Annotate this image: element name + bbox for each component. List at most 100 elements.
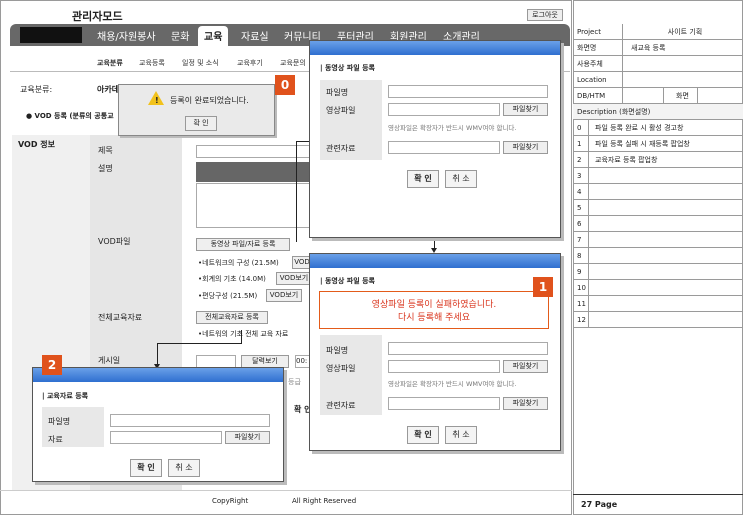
spec-row-no: 7 <box>573 232 589 248</box>
upload-video-find-button[interactable]: 파일찾기 <box>503 103 548 116</box>
spec-location-label: Location <box>573 72 623 88</box>
spec-db-label: DB/HTM <box>573 88 623 104</box>
spec-row-no: 9 <box>573 264 589 280</box>
subnav-register[interactable]: 교육등록 <box>139 58 165 68</box>
subnav-category[interactable]: 교육분류 <box>97 58 123 68</box>
nav-item-recruit[interactable]: 채용/자원봉사 <box>97 28 156 43</box>
spec-desc-row: 11 <box>573 296 743 312</box>
field-date-label: 게시일 <box>98 356 121 365</box>
material-filename-input[interactable] <box>110 414 270 427</box>
spec-desc-row: 2 교육자료 등록 팝업창 <box>573 152 743 168</box>
material-item: •네트워의 기초 전체 교육 자료 <box>198 330 289 338</box>
upload-video-input[interactable] <box>388 103 500 116</box>
vod-view-button-3[interactable]: VOD보기 <box>266 289 302 302</box>
spec-desc-row: 10 <box>573 280 743 296</box>
fail-popup-header <box>310 254 560 268</box>
upload-related-find-button[interactable]: 파일찾기 <box>503 141 548 154</box>
footer-divider <box>0 490 572 491</box>
upload-video-label: 영상파일 <box>326 106 356 115</box>
subnav-inquiry[interactable]: 교육문의 <box>280 58 306 68</box>
fail-video-input[interactable] <box>388 360 500 373</box>
fail-video-find-button[interactable]: 파일찾기 <box>503 360 548 373</box>
spec-desc-row: 8 <box>573 248 743 264</box>
material-find-button[interactable]: 파일찾기 <box>225 431 270 444</box>
spec-desc-row: 7 <box>573 232 743 248</box>
category-label: 교육분류: <box>20 85 53 94</box>
marker-0: 0 <box>275 75 295 95</box>
fail-filename-input[interactable] <box>388 342 548 355</box>
nav-item-culture[interactable]: 문화 <box>171 28 189 43</box>
fail-ok-button[interactable]: 확 인 <box>407 426 439 444</box>
spec-desc-row: 4 <box>573 184 743 200</box>
spec-row-no: 5 <box>573 200 589 216</box>
spec-row-no: 12 <box>573 312 589 328</box>
section-title: VOD 정보 <box>18 140 55 149</box>
spec-row-text <box>591 184 741 200</box>
material-file-input[interactable] <box>110 431 222 444</box>
nav-item-archive[interactable]: 자료실 <box>241 28 269 43</box>
page-number: 27 Page <box>573 494 743 515</box>
description-textarea[interactable] <box>196 183 310 228</box>
material-ok-button[interactable]: 확 인 <box>130 459 162 477</box>
field-title-label: 제목 <box>98 146 113 155</box>
spec-row-text <box>591 264 741 280</box>
material-popup-header <box>33 368 283 382</box>
spec-db-row: DB/HTM 화면 <box>573 88 743 104</box>
logout-button[interactable]: 로그아웃 <box>527 9 563 21</box>
subnav-schedule[interactable]: 일정 및 소식 <box>182 58 219 68</box>
spec-row-no: 4 <box>573 184 589 200</box>
spec-desc-row: 12 <box>573 312 743 328</box>
spec-row-text: 교육자료 등록 팝업창 <box>595 156 658 164</box>
spec-desc-header: Description (화면설명) <box>577 108 651 116</box>
fail-related-find-button[interactable]: 파일찾기 <box>503 397 548 410</box>
footer-rights: All Right Reserved <box>292 497 357 505</box>
spec-row-no: 8 <box>573 248 589 264</box>
material-register-button[interactable]: 전체교육자료 등록 <box>196 311 268 324</box>
spec-row-text <box>591 232 741 248</box>
alert-message: 등록이 완료되었습니다. <box>170 96 249 105</box>
upload-cancel-button[interactable]: 취 소 <box>445 170 477 188</box>
vod-view-button-2[interactable]: VOD보기 <box>276 272 312 285</box>
category-value: 아카데 <box>97 85 120 94</box>
connector-line <box>241 330 242 344</box>
marker-1: 1 <box>533 277 553 297</box>
fail-hint: 영상파일은 확장자가 반드시 WMV여야 합니다. <box>388 380 517 388</box>
upload-related-label: 관련자료 <box>326 144 356 153</box>
vod-item-1: •네트워크의 구성 (21.5M) <box>198 259 279 267</box>
nav-item-education[interactable]: 교육 <box>198 26 229 46</box>
fail-cancel-button[interactable]: 취 소 <box>445 426 477 444</box>
spec-project-label: Project <box>573 24 623 40</box>
spec-desc-row: 0 파일 등록 완료 시 활성 경고창 <box>573 120 743 136</box>
connector-line <box>157 343 242 344</box>
spec-screen-value: 새교육 등록 <box>631 44 666 52</box>
fail-related-input[interactable] <box>388 397 500 410</box>
vod-file-button[interactable]: 동영상 파일/자료 등록 <box>196 238 290 251</box>
spec-row-no: 0 <box>573 120 589 136</box>
spec-project-value: 사이트 기획 <box>667 28 703 36</box>
spec-desc-row: 3 <box>573 168 743 184</box>
connector-line <box>296 141 310 142</box>
spec-desc-row: 6 <box>573 216 743 232</box>
fail-filename-label: 파일명 <box>326 346 349 355</box>
upload-popup-title: | 동영상 파일 등록 <box>320 64 375 72</box>
spec-location-row: Location <box>573 72 743 88</box>
connector-line <box>157 343 158 365</box>
alert-ok-button[interactable]: 확 인 <box>185 116 217 131</box>
spec-row-no: 3 <box>573 168 589 184</box>
spec-owner-row: 사용주체 <box>573 56 743 72</box>
title-input[interactable] <box>196 145 311 158</box>
subnav-review[interactable]: 교육후기 <box>237 58 263 68</box>
field-vod-label: VOD파일 <box>98 237 131 246</box>
upload-filename-input[interactable] <box>388 85 548 98</box>
upload-ok-button[interactable]: 확 인 <box>407 170 439 188</box>
spec-desc-header-row: Description (화면설명) <box>573 104 743 120</box>
spec-screen2-label: 화면 <box>663 88 698 104</box>
spec-row-text <box>591 248 741 264</box>
upload-hint: 영상파일은 확장자가 반드시 WMV여야 합니다. <box>388 124 517 132</box>
fail-popup-title: | 동영상 파일 등록 <box>320 277 375 285</box>
material-cancel-button[interactable]: 취 소 <box>168 459 200 477</box>
upload-filename-label: 파일명 <box>326 88 349 97</box>
spec-row-text <box>591 200 741 216</box>
upload-popup-header <box>310 41 560 55</box>
upload-related-input[interactable] <box>388 141 500 154</box>
